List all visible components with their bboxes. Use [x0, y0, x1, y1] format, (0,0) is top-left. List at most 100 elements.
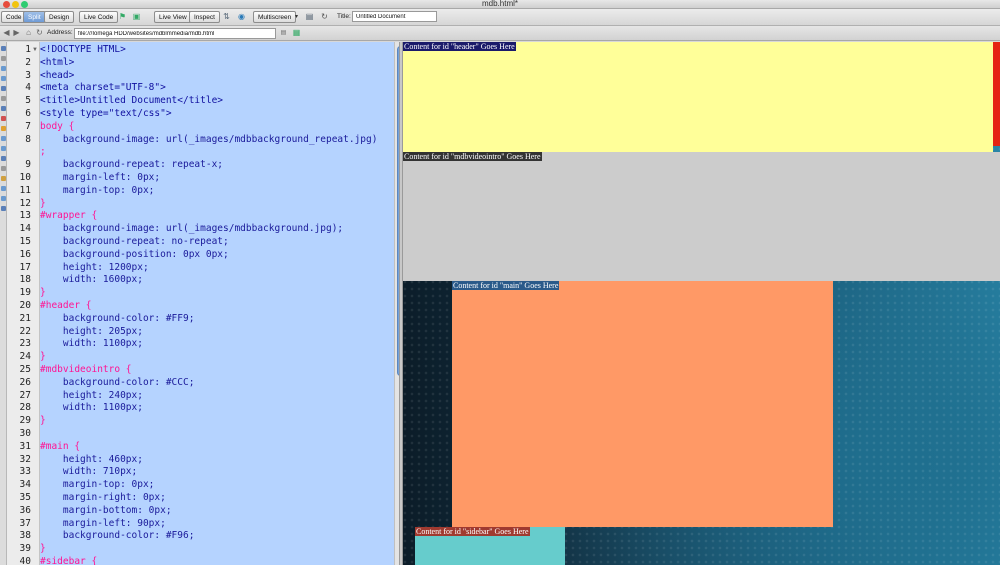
code-token: <head>	[40, 69, 75, 81]
line-number-gutter: ▼ 1 2 3 4 5 6 7 8 9 10 11 12 13 14 15 16 17 18 19 20 21 22 23 2…	[7, 42, 40, 565]
code-line[interactable]: background-repeat: no-repeat;	[40, 236, 229, 249]
split-view-button[interactable]: Split	[23, 11, 46, 23]
line-number: 16	[19, 248, 31, 260]
file-management-icon[interactable]: ⇅	[221, 12, 232, 22]
header-overflow-edge	[993, 42, 1000, 146]
code-line[interactable]: #header {	[40, 300, 91, 313]
code-token: <meta charset="UTF-8">	[40, 82, 166, 94]
code-line[interactable]: height: 205px;	[40, 326, 143, 339]
refresh-icon[interactable]: ↻	[319, 12, 330, 22]
open-documents-icon[interactable]	[1, 46, 6, 51]
inspect-button[interactable]: Inspect	[189, 11, 220, 23]
collapse-selection-icon[interactable]	[1, 66, 6, 71]
code-line[interactable]: margin-top: 0px;	[40, 185, 155, 198]
code-line[interactable]: margin-right: 0px;	[40, 492, 166, 505]
browser-check-icon[interactable]: ⚑	[117, 12, 128, 22]
multiscreen-dropdown-icon[interactable]: ▾	[291, 12, 302, 22]
videointro-div[interactable]: Content for id "mdbvideointro" Goes Here	[403, 152, 1000, 281]
line-number: 14	[19, 223, 31, 235]
code-line[interactable]: width: 1100px;	[40, 402, 143, 415]
back-icon[interactable]: ◀	[2, 28, 11, 38]
window-titlebar: mdb.html*	[0, 0, 1000, 9]
code-line[interactable]: <style type="text/css">	[40, 108, 172, 121]
code-token: <html>	[40, 56, 75, 68]
home-icon[interactable]: ⌂	[24, 28, 33, 38]
preview-in-browser-icon[interactable]: ◉	[236, 12, 247, 22]
balance-braces-icon[interactable]	[1, 96, 6, 101]
document-title-input[interactable]	[352, 11, 437, 22]
line-number: 19	[19, 287, 31, 299]
forward-icon[interactable]: ▶	[12, 28, 21, 38]
code-line[interactable]: <head>	[40, 70, 74, 83]
code-line[interactable]: width: 710px;	[40, 466, 137, 479]
expand-all-icon[interactable]	[1, 76, 6, 81]
code-line[interactable]: height: 240px;	[40, 390, 143, 403]
design-view-button[interactable]: Design	[44, 11, 75, 23]
code-line[interactable]: background-color: #CCC;	[40, 377, 195, 390]
recent-snippets-icon[interactable]	[1, 166, 6, 171]
line-number: 28	[19, 402, 31, 414]
code-line[interactable]: ;	[40, 146, 46, 159]
outdent-code-icon[interactable]	[1, 196, 6, 201]
header-div[interactable]: Content for id "header" Goes Here	[403, 42, 993, 152]
line-numbers-icon[interactable]	[1, 106, 6, 111]
code-line[interactable]: background-image: url(_images/mdbbackgro…	[40, 223, 343, 236]
code-line[interactable]: background-color: #F96;	[40, 530, 195, 543]
line-number: 31	[19, 440, 31, 452]
code-line[interactable]: }	[40, 543, 46, 556]
apply-comment-icon[interactable]	[1, 136, 6, 141]
code-line[interactable]: background-repeat: repeat-x;	[40, 159, 223, 172]
syntax-error-icon[interactable]	[1, 126, 6, 131]
indent-code-icon[interactable]	[1, 186, 6, 191]
code-line[interactable]: margin-left: 90px;	[40, 518, 166, 531]
refresh-address-icon[interactable]: ↻	[35, 28, 44, 38]
code-line[interactable]: margin-bottom: 0px;	[40, 505, 172, 518]
code-line[interactable]: #sidebar {	[40, 556, 97, 565]
code-token: width: 710px;	[40, 466, 138, 478]
highlight-invalid-icon[interactable]	[1, 116, 6, 121]
code-line[interactable]: margin-left: 0px;	[40, 172, 160, 185]
wrap-tag-icon[interactable]	[1, 156, 6, 161]
validate-icon[interactable]: ▣	[131, 12, 142, 22]
collapse-tag-icon[interactable]	[1, 56, 6, 61]
code-line[interactable]: #mdbvideointro {	[40, 364, 132, 377]
live-view-button[interactable]: Live View	[154, 11, 192, 23]
format-source-icon[interactable]	[1, 206, 6, 211]
move-css-icon[interactable]	[1, 176, 6, 181]
code-line[interactable]: <html>	[40, 57, 74, 70]
sidebar-div[interactable]: Content for id "sidebar" Goes Here	[415, 527, 565, 565]
code-line[interactable]: background-image: url(_images/mdbbackgro…	[40, 134, 378, 147]
code-token: #wrapper {	[40, 210, 98, 222]
line-number: 7	[25, 120, 31, 132]
code-line[interactable]: background-position: 0px 0px;	[40, 249, 229, 262]
code-line[interactable]: background-color: #FF9;	[40, 313, 195, 326]
code-line[interactable]: height: 1200px;	[40, 262, 149, 275]
live-view-options-icon[interactable]: ▦	[292, 28, 301, 38]
code-line[interactable]: }	[40, 415, 46, 428]
code-line[interactable]: }	[40, 198, 46, 211]
code-line[interactable]: }	[40, 287, 46, 300]
code-line[interactable]: #main {	[40, 441, 80, 454]
code-line[interactable]: width: 1100px;	[40, 338, 143, 351]
design-view[interactable]: Content for id "header" Goes Here Conten…	[403, 42, 1000, 565]
code-token: background-image: url(_images/mdbbackgro…	[40, 223, 344, 235]
visual-aids-icon[interactable]: ▤	[304, 12, 315, 22]
fold-toggle-icon[interactable]: ▼	[32, 47, 38, 53]
code-line[interactable]: width: 1600px;	[40, 274, 143, 287]
code-line[interactable]: body {	[40, 121, 74, 134]
code-line[interactable]: height: 460px;	[40, 454, 143, 467]
address-options-icon[interactable]: ▤	[279, 28, 288, 38]
code-line[interactable]: <!DOCTYPE HTML>	[40, 44, 126, 57]
code-line[interactable]: margin-top: 0px;	[40, 479, 155, 492]
multiscreen-button[interactable]: Multiscreen	[253, 11, 297, 23]
code-line[interactable]: <meta charset="UTF-8">	[40, 82, 166, 95]
code-line[interactable]: }	[40, 351, 46, 364]
live-code-button[interactable]: Live Code	[79, 11, 119, 23]
remove-comment-icon[interactable]	[1, 146, 6, 151]
code-view[interactable]: ▼ 1 2 3 4 5 6 7 8 9 10 11 12 13 14 15 16 17 18 19 20 21 22 23 2…	[7, 42, 399, 565]
select-parent-tag-icon[interactable]	[1, 86, 6, 91]
code-line[interactable]: #wrapper {	[40, 210, 97, 223]
address-input[interactable]	[74, 28, 276, 39]
main-div[interactable]: Content for id "main" Goes Here	[452, 281, 833, 527]
code-line[interactable]: <title>Untitled Document</title>	[40, 95, 223, 108]
